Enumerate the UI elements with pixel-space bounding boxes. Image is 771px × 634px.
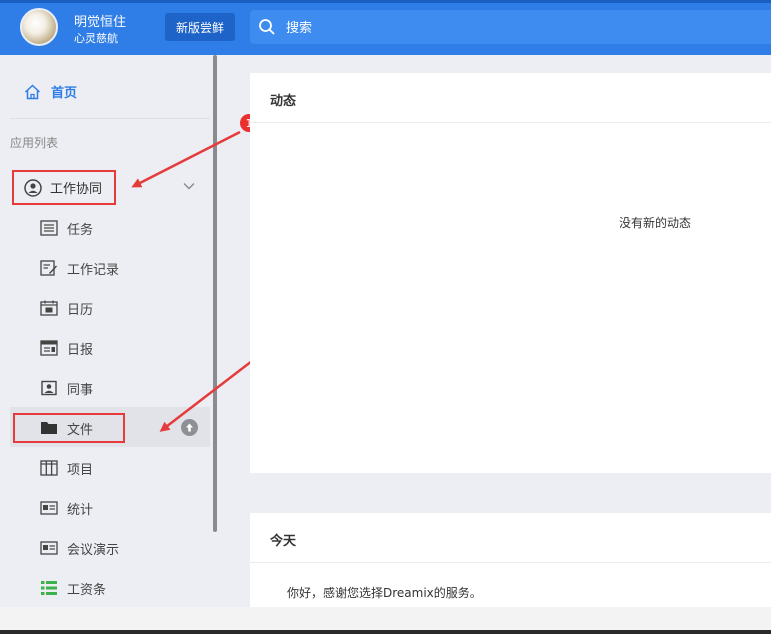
empty-activity-message: 没有新的动态	[619, 216, 692, 230]
activity-title: 动态	[270, 94, 297, 109]
today-card: 今天 你好，感谢您选择Dreamix的服务。	[250, 513, 771, 607]
taskbar-strip	[0, 607, 771, 634]
card-divider	[250, 122, 771, 123]
welcome-message: 你好，感谢您选择Dreamix的服务。	[287, 586, 482, 600]
card-divider	[250, 562, 771, 563]
activity-card: 动态 没有新的动态	[250, 73, 771, 473]
today-title: 今天	[270, 534, 297, 549]
taskbar-edge	[0, 630, 771, 634]
annotation-arrow-1	[131, 130, 241, 188]
